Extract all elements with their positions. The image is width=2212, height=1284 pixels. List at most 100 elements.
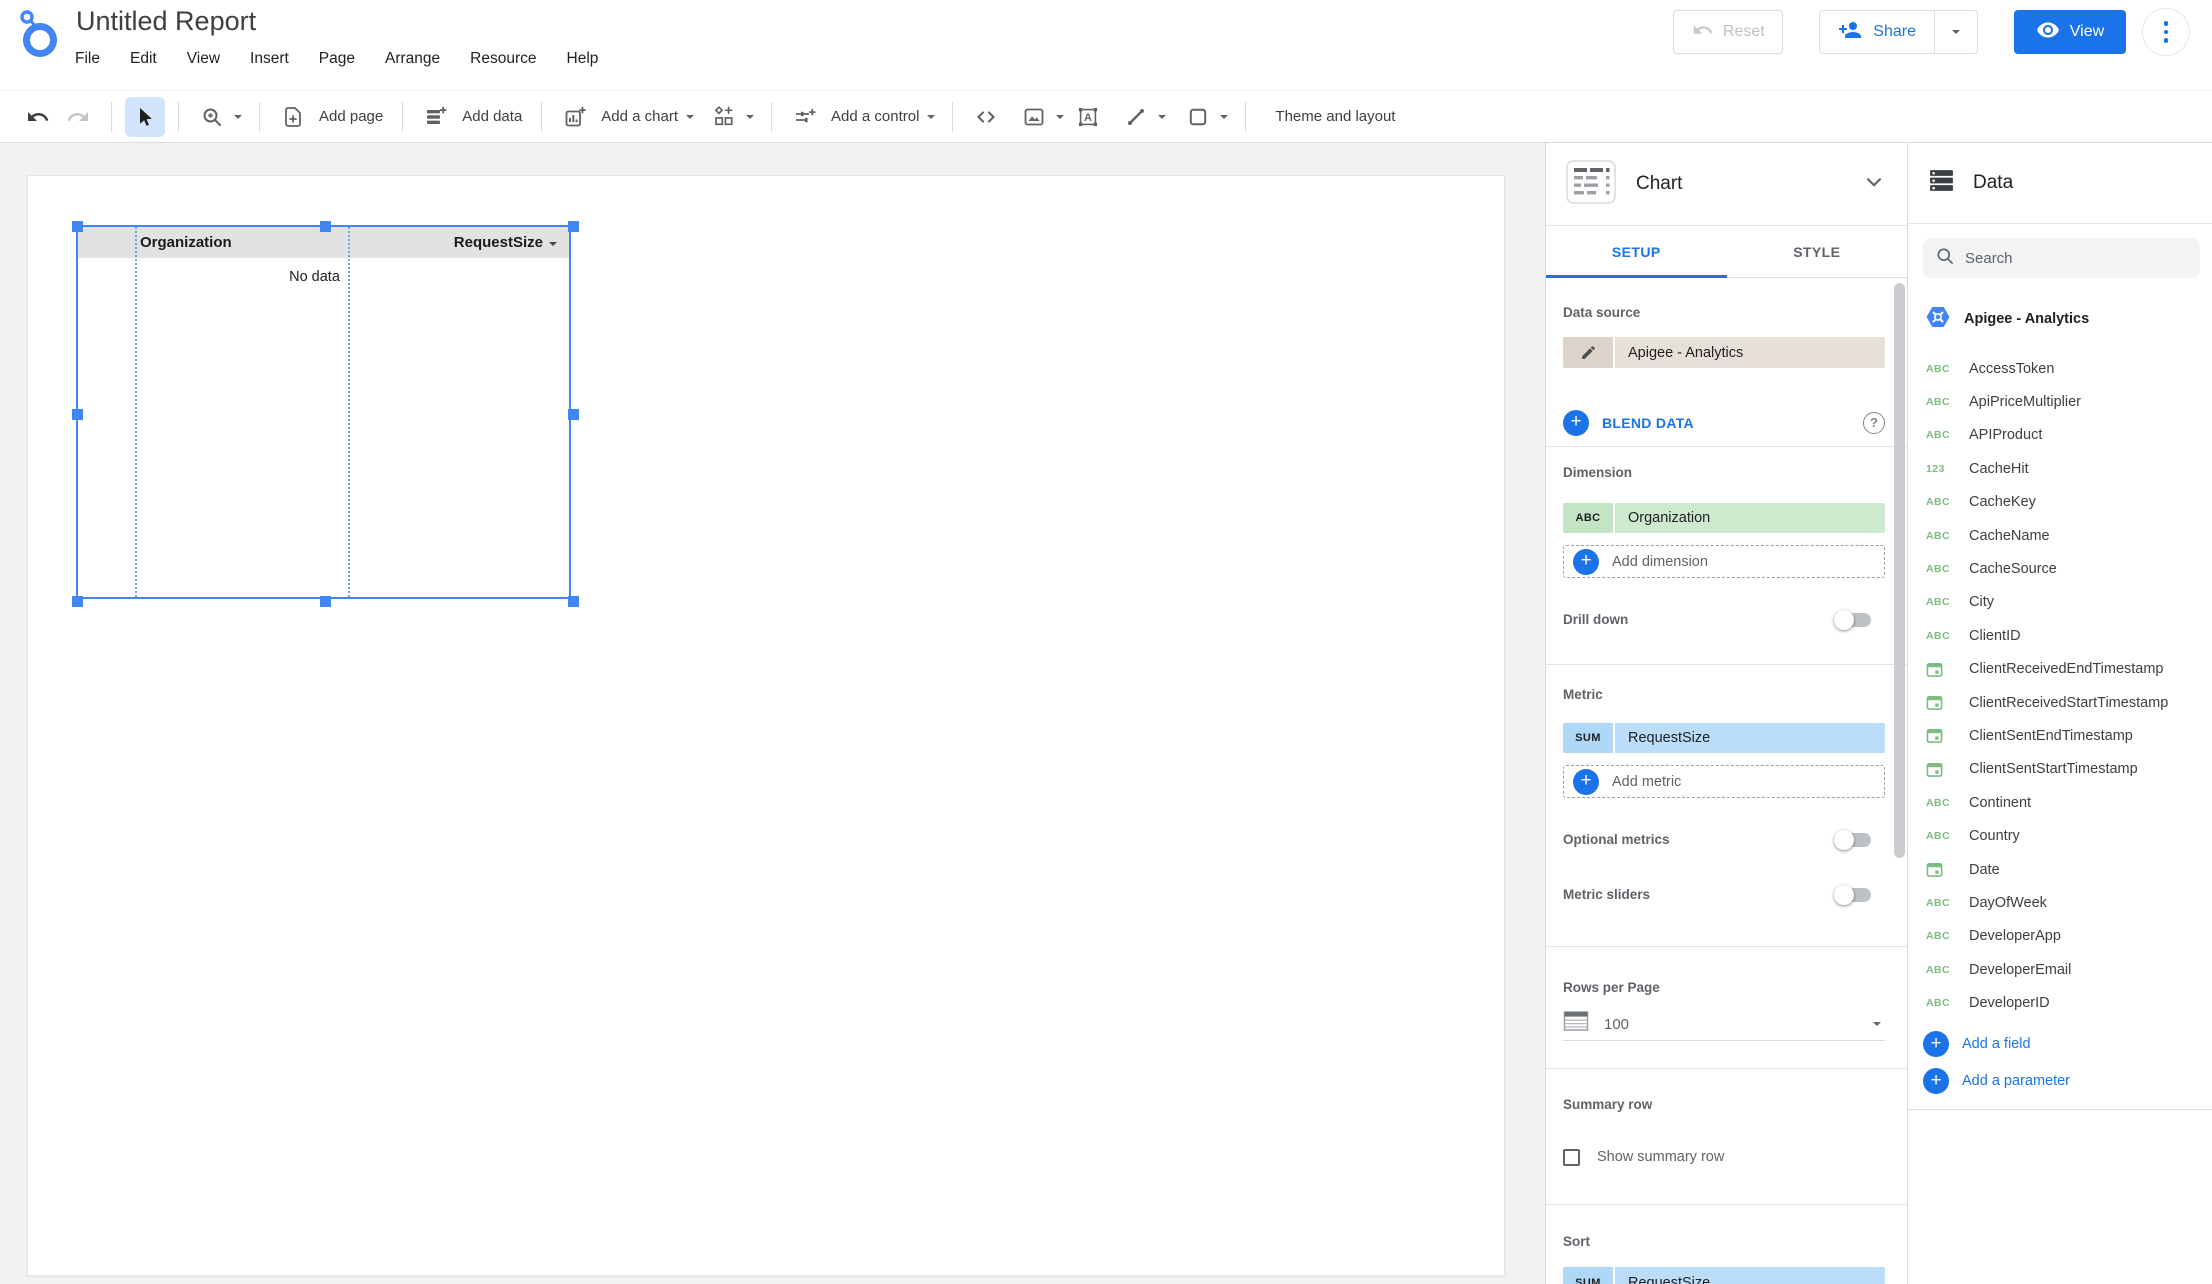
more-options-button[interactable] [2142, 8, 2190, 56]
data-source-chip[interactable]: Apigee - Analytics [1563, 337, 1885, 368]
redo-button[interactable] [58, 97, 98, 137]
zoom-tool-button[interactable] [192, 97, 246, 137]
selection-handle[interactable] [72, 409, 83, 420]
field-APIProduct[interactable]: ABC APIProduct [1908, 419, 2212, 452]
blend-data-label: BLEND DATA [1602, 414, 1694, 431]
share-dropdown[interactable] [1934, 11, 1977, 53]
selection-handle[interactable] [320, 221, 331, 232]
field-CacheKey[interactable]: ABC CacheKey [1908, 486, 2212, 519]
insert-image-button[interactable] [1014, 97, 1068, 137]
community-visualizations-button[interactable] [704, 97, 758, 137]
plus-icon [1923, 1068, 1949, 1095]
add-a-parameter-button[interactable]: Add a parameter [1908, 1063, 2212, 1100]
field-ClientReceivedEndTimestamp[interactable]: ClientReceivedEndTimestamp [1908, 653, 2212, 686]
data-source-row[interactable]: Apigee - Analytics [1908, 304, 2212, 334]
menu-help[interactable]: Help [552, 44, 614, 74]
reset-button[interactable]: Reset [1673, 10, 1784, 54]
sort-label: Sort [1563, 1234, 1590, 1249]
chevron-down-icon [927, 114, 936, 119]
panel-scrollbar[interactable] [1894, 283, 1905, 858]
field-CacheHit[interactable]: 123 CacheHit [1908, 452, 2212, 485]
field-CacheSource[interactable]: ABC CacheSource [1908, 552, 2212, 585]
help-icon[interactable]: ? [1863, 411, 1885, 434]
date-field-icon [1926, 761, 1956, 778]
text-field-icon: ABC [1926, 563, 1950, 576]
add-page-button[interactable]: Add page [273, 97, 389, 137]
show-summary-row-option[interactable]: Show summary row [1563, 1143, 1885, 1171]
embed-url-button[interactable] [966, 97, 1006, 137]
table-column-header[interactable]: Organization [78, 234, 232, 251]
field-search[interactable] [1923, 238, 2200, 278]
field-AccessToken[interactable]: ABC AccessToken [1908, 352, 2212, 385]
menu-file[interactable]: File [60, 44, 115, 74]
tab-setup[interactable]: SETUP [1546, 226, 1727, 278]
blend-data-button[interactable]: BLEND DATA ? [1563, 405, 1885, 440]
share-button[interactable]: Share [1819, 10, 1978, 54]
field-name: Date [1969, 861, 2000, 878]
add-dimension-button[interactable]: Add dimension [1563, 545, 1885, 578]
menu-resource[interactable]: Resource [455, 44, 551, 74]
metric-sliders-toggle[interactable] [1834, 885, 1871, 905]
selection-handle[interactable] [72, 221, 83, 232]
field-name: CacheSource [1969, 561, 2057, 578]
field-Country[interactable]: ABC Country [1908, 819, 2212, 852]
table-chart[interactable]: Organization RequestSize No data [72, 221, 579, 607]
menu-insert[interactable]: Insert [235, 44, 304, 74]
insert-shape-button[interactable] [1178, 97, 1232, 137]
chevron-down-icon[interactable] [1861, 169, 1887, 200]
add-data-button[interactable]: Add data [416, 97, 528, 137]
menu-edit[interactable]: Edit [115, 44, 172, 74]
optional-metrics-toggle[interactable] [1834, 830, 1871, 850]
metric-chip[interactable]: SUM RequestSize [1563, 723, 1885, 753]
theme-and-layout-button[interactable]: Theme and layout [1275, 108, 1395, 125]
selection-handle[interactable] [320, 596, 331, 607]
summary-row-checkbox[interactable] [1563, 1148, 1580, 1166]
drill-down-toggle[interactable] [1834, 610, 1871, 630]
undo-button[interactable] [18, 97, 58, 137]
insert-line-button[interactable] [1116, 97, 1170, 137]
field-ClientID[interactable]: ABC ClientID [1908, 619, 2212, 652]
table-chart-type-icon[interactable] [1566, 159, 1616, 209]
add-chart-button[interactable]: Add a chart [555, 97, 698, 137]
chevron-down-icon [234, 114, 242, 119]
field-DayOfWeek[interactable]: ABC DayOfWeek [1908, 886, 2212, 919]
add-metric-button[interactable]: Add metric [1563, 765, 1885, 798]
field-Continent[interactable]: ABC Continent [1908, 786, 2212, 819]
field-City[interactable]: ABC City [1908, 586, 2212, 619]
rows-per-page-select[interactable]: 100 [1563, 1008, 1885, 1041]
field-ClientSentStartTimestamp[interactable]: ClientSentStartTimestamp [1908, 753, 2212, 786]
tab-style[interactable]: STYLE [1727, 226, 1908, 277]
menu-arrange[interactable]: Arrange [370, 44, 455, 74]
field-ClientSentEndTimestamp[interactable]: ClientSentEndTimestamp [1908, 719, 2212, 752]
line-icon [1116, 97, 1156, 137]
add-a-field-button[interactable]: Add a field [1908, 1026, 2212, 1063]
field-Date[interactable]: Date [1908, 853, 2212, 886]
selection-handle[interactable] [568, 596, 579, 607]
menu-page[interactable]: Page [304, 44, 370, 74]
report-canvas[interactable]: Organization RequestSize No data [27, 175, 1505, 1276]
view-button[interactable]: View [2014, 10, 2126, 54]
sort-metric-name: RequestSize [1615, 1267, 1885, 1284]
table-column-header[interactable]: RequestSize [454, 234, 569, 251]
chart-properties-panel: Chart SETUP STYLE Data source Apigee - A… [1545, 143, 1907, 1284]
selection-handle[interactable] [568, 221, 579, 232]
text-field-icon: ABC [1926, 830, 1950, 843]
insert-text-button[interactable]: A [1068, 97, 1108, 137]
table-rows-icon [1563, 1010, 1590, 1038]
field-DeveloperApp[interactable]: ABC DeveloperApp [1908, 920, 2212, 953]
field-DeveloperEmail[interactable]: ABC DeveloperEmail [1908, 953, 2212, 986]
edit-pencil-icon[interactable] [1563, 337, 1613, 368]
dimension-chip[interactable]: ABC Organization [1563, 503, 1885, 533]
field-DeveloperID[interactable]: ABC DeveloperID [1908, 986, 2212, 1019]
selection-handle[interactable] [72, 596, 83, 607]
add-control-button[interactable]: Add a control [785, 97, 939, 137]
field-ApiPriceMultiplier[interactable]: ABC ApiPriceMultiplier [1908, 385, 2212, 418]
menu-view[interactable]: View [172, 44, 235, 74]
field-CacheName[interactable]: ABC CacheName [1908, 519, 2212, 552]
field-ClientReceivedStartTimestamp[interactable]: ClientReceivedStartTimestamp [1908, 686, 2212, 719]
select-tool-button[interactable] [125, 96, 165, 137]
selection-handle[interactable] [568, 409, 579, 420]
sort-metric-chip[interactable]: SUM RequestSize [1563, 1267, 1885, 1284]
apigee-source-icon [1925, 304, 1951, 335]
search-input[interactable] [1963, 248, 2188, 268]
